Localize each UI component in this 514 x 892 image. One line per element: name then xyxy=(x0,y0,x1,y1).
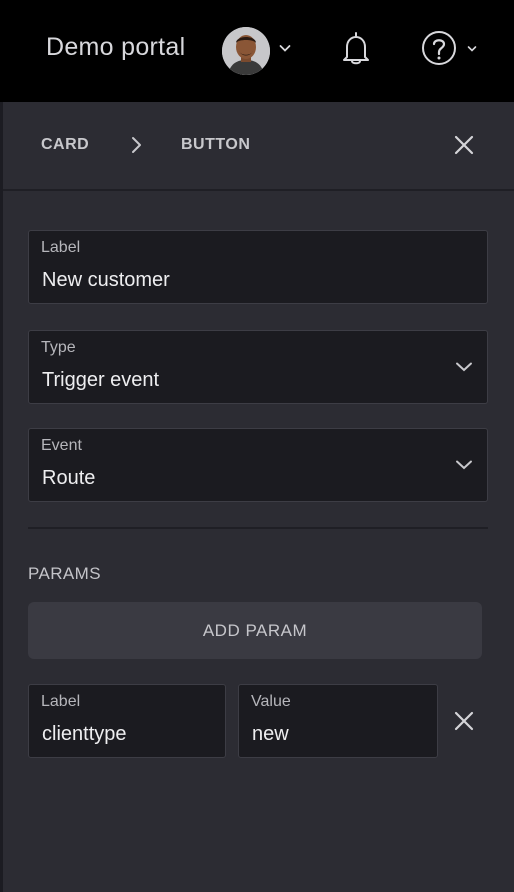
params-title: PARAMS xyxy=(28,564,101,583)
help-icon[interactable] xyxy=(421,30,457,66)
user-avatar[interactable] xyxy=(222,27,270,75)
chevron-down-icon[interactable] xyxy=(455,459,473,471)
breadcrumb-card[interactable]: CARD xyxy=(41,136,89,154)
section-divider xyxy=(28,527,488,529)
avatar-image xyxy=(222,27,270,75)
close-icon[interactable] xyxy=(453,134,475,156)
label-field-label: Label xyxy=(41,239,81,256)
remove-param-icon[interactable] xyxy=(453,710,475,732)
bell-icon[interactable] xyxy=(340,30,372,66)
label-field[interactable]: Label New customer xyxy=(28,230,488,304)
param-value-field[interactable]: Value new xyxy=(238,684,438,758)
param-value-field-value[interactable]: new xyxy=(252,723,289,746)
param-value-field-label: Value xyxy=(251,693,291,710)
type-select-label: Type xyxy=(41,339,76,356)
add-param-button[interactable]: ADD PARAM xyxy=(28,602,482,659)
event-select-label: Event xyxy=(41,437,82,454)
breadcrumb-button: BUTTON xyxy=(181,136,251,153)
user-menu-chevron-icon[interactable] xyxy=(279,44,291,53)
event-select[interactable]: Event Route xyxy=(28,428,488,502)
settings-panel: CARD BUTTON Label New customer Type Trig… xyxy=(0,102,514,892)
chevron-down-icon[interactable] xyxy=(455,361,473,373)
portal-title: Demo portal xyxy=(46,33,186,61)
param-label-field-label: Label xyxy=(41,693,81,710)
label-field-value[interactable]: New customer xyxy=(42,269,170,292)
param-label-field[interactable]: Label clienttype xyxy=(28,684,226,758)
type-select[interactable]: Type Trigger event xyxy=(28,330,488,404)
event-select-value[interactable]: Route xyxy=(42,467,95,490)
breadcrumb-chevron-icon xyxy=(132,137,141,153)
help-menu-chevron-icon[interactable] xyxy=(467,45,477,53)
type-select-value[interactable]: Trigger event xyxy=(42,369,159,392)
top-bar: Demo portal xyxy=(0,0,514,102)
panel-header: CARD BUTTON xyxy=(3,102,514,191)
param-label-field-value[interactable]: clienttype xyxy=(42,723,127,746)
